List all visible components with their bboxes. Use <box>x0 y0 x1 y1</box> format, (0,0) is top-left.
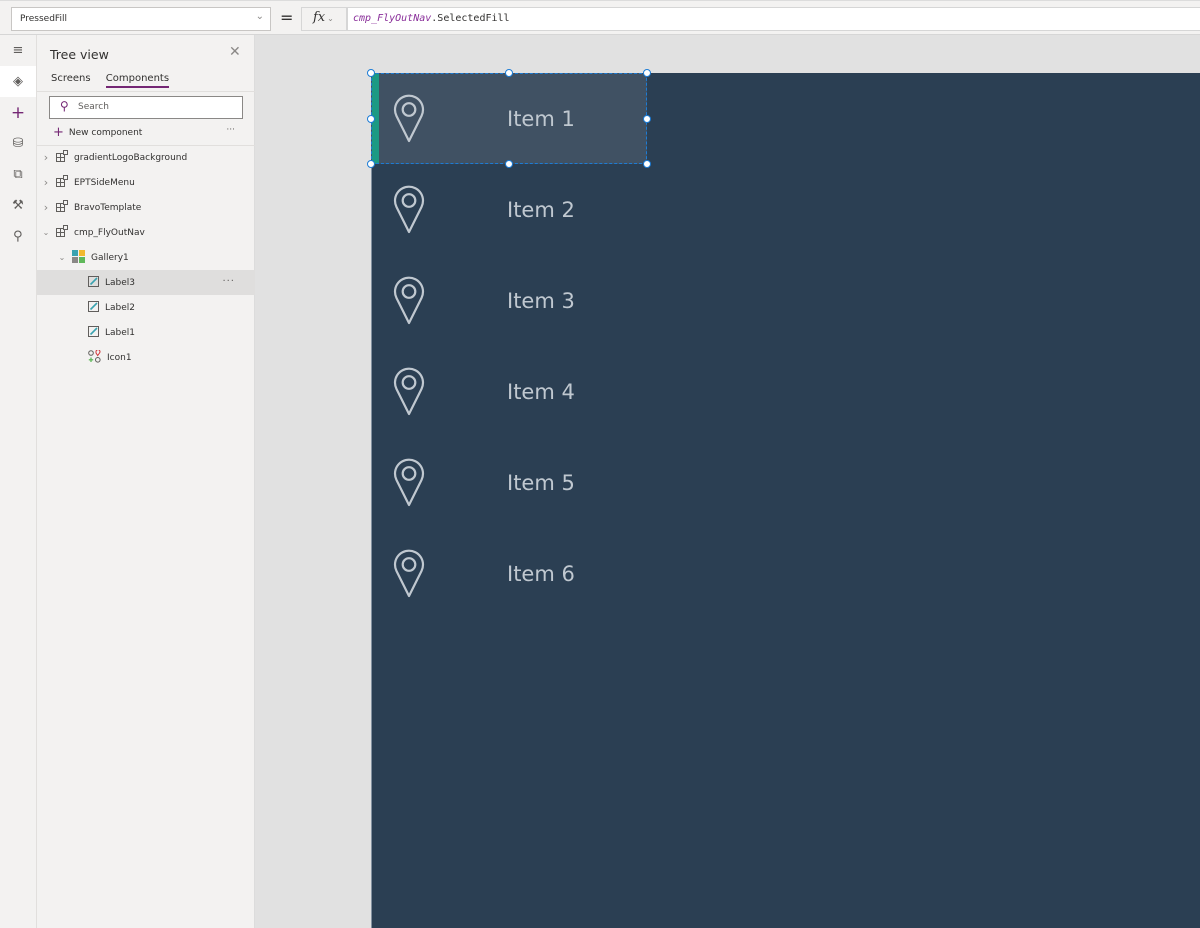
chevron-right-icon[interactable]: › <box>41 151 51 164</box>
fx-button[interactable]: fx ⌄ <box>301 7 347 31</box>
resize-handle-top[interactable] <box>505 69 513 77</box>
tree-item-eptsidemenu[interactable]: › EPTSideMenu <box>37 170 255 195</box>
formula-identifier: cmp_FlyOutNav <box>353 13 432 24</box>
tree-item-label2[interactable]: Label2 <box>37 295 255 320</box>
tree-item-gradientlogobackground[interactable]: › gradientLogoBackground <box>37 145 255 170</box>
more-options-icon[interactable]: ··· <box>226 125 235 135</box>
location-pin-icon <box>393 458 425 512</box>
nav-item-label: Item 4 <box>507 380 575 404</box>
nav-item[interactable]: Item 5 <box>371 437 647 528</box>
fx-icon: fx <box>313 10 326 25</box>
plus-icon: + <box>53 125 64 140</box>
property-dropdown-value: PressedFill <box>20 14 67 24</box>
resize-handle-right[interactable] <box>643 115 651 123</box>
equals-sign: = <box>280 8 294 27</box>
chevron-down-icon: ⌄ <box>255 11 264 22</box>
chevron-down-icon: ⌄ <box>327 14 334 23</box>
tree-item-label: Label3 <box>105 277 136 288</box>
search-input[interactable]: ⚲ Search <box>49 96 243 119</box>
new-component-button[interactable]: + New component ··· <box>53 125 243 140</box>
tab-components[interactable]: Components <box>105 73 170 88</box>
selection-frame <box>371 73 647 164</box>
resize-handle-top-left[interactable] <box>367 69 375 77</box>
tab-screens[interactable]: Screens <box>51 73 91 86</box>
tree-item-label: Label2 <box>105 302 136 313</box>
nav-item[interactable]: Item 3 <box>371 255 647 346</box>
nav-item-label: Item 6 <box>507 562 575 586</box>
new-component-label: New component <box>68 128 143 138</box>
tree-view-panel: Tree view ✕ Screens Components ⚲ Search … <box>37 35 255 928</box>
tree-item-bravotemplate[interactable]: › BravoTemplate <box>37 195 255 220</box>
label-icon <box>88 300 99 315</box>
chevron-right-icon[interactable]: › <box>41 201 51 214</box>
close-icon[interactable]: ✕ <box>229 44 241 60</box>
formula-input[interactable]: cmp_FlyOutNav.SelectedFill <box>347 7 1200 31</box>
search-icon: ⚲ <box>60 99 69 113</box>
component-icon <box>56 200 68 215</box>
divider <box>37 91 255 92</box>
hamburger-menu-icon[interactable]: ≡ <box>0 35 36 66</box>
media-icon[interactable]: ⧉ <box>0 159 36 190</box>
left-rail: ≡ ◈ + ⛁ ⧉ ⚒ ⚲ <box>0 35 37 928</box>
location-pin-icon <box>393 367 425 421</box>
tools-icon[interactable]: ⚒ <box>0 190 36 221</box>
resize-handle-bottom-right[interactable] <box>643 160 651 168</box>
tree-item-gallery1[interactable]: ⌄ Gallery1 <box>37 245 255 270</box>
search-icon[interactable]: ⚲ <box>0 221 36 252</box>
location-pin-icon <box>393 549 425 603</box>
component-icon <box>56 175 68 190</box>
tree-item-label: Icon1 <box>107 352 132 363</box>
tree-item-label: Label1 <box>105 327 136 338</box>
tree-tabs: Screens Components <box>51 73 181 88</box>
gallery-icon <box>72 249 85 266</box>
database-icon[interactable]: ⛁ <box>0 128 36 159</box>
tree-item-label: EPTSideMenu <box>74 177 135 188</box>
tree-item-label: Gallery1 <box>91 252 129 263</box>
location-pin-icon <box>393 185 425 239</box>
insert-plus-icon[interactable]: + <box>0 97 36 128</box>
tree-item-label: BravoTemplate <box>74 202 142 213</box>
tree-view-title: Tree view <box>50 47 109 62</box>
layers-icon[interactable]: ◈ <box>0 66 36 97</box>
nav-item[interactable]: Item 4 <box>371 346 647 437</box>
component-icon <box>56 150 68 165</box>
search-placeholder: Search <box>78 102 109 112</box>
chevron-down-icon[interactable]: ⌄ <box>57 253 67 262</box>
icon-control-icon <box>88 348 101 366</box>
label-icon <box>88 275 99 290</box>
nav-item-label: Item 5 <box>507 471 575 495</box>
tree-item-icon1[interactable]: Icon1 <box>37 345 255 370</box>
tree-item-label3[interactable]: Label3 ··· <box>37 270 255 295</box>
tree-item-label: cmp_FlyOutNav <box>74 227 145 238</box>
formula-bar: PressedFill ⌄ = fx ⌄ cmp_FlyOutNav.Select… <box>0 0 1200 35</box>
tree-item-cmp_flyoutnav[interactable]: ⌄ cmp_FlyOutNav <box>37 220 255 245</box>
chevron-right-icon[interactable]: › <box>41 176 51 189</box>
property-dropdown[interactable]: PressedFill ⌄ <box>11 7 271 31</box>
more-options-icon[interactable]: ··· <box>222 276 235 287</box>
chevron-down-icon[interactable]: ⌄ <box>41 228 51 237</box>
resize-handle-top-right[interactable] <box>643 69 651 77</box>
resize-handle-bottom-left[interactable] <box>367 160 375 168</box>
location-pin-icon <box>393 276 425 330</box>
nav-item-label: Item 2 <box>507 198 575 222</box>
nav-item[interactable]: Item 6 <box>371 528 647 619</box>
nav-item-label: Item 3 <box>507 289 575 313</box>
resize-handle-bottom[interactable] <box>505 160 513 168</box>
resize-handle-left[interactable] <box>367 115 375 123</box>
tree-item-label: gradientLogoBackground <box>74 152 188 163</box>
tree-item-label1[interactable]: Label1 <box>37 320 255 345</box>
label-icon <box>88 325 99 340</box>
component-icon <box>56 225 68 240</box>
formula-property: .SelectedFill <box>431 13 510 24</box>
nav-item[interactable]: Item 2 <box>371 164 647 255</box>
